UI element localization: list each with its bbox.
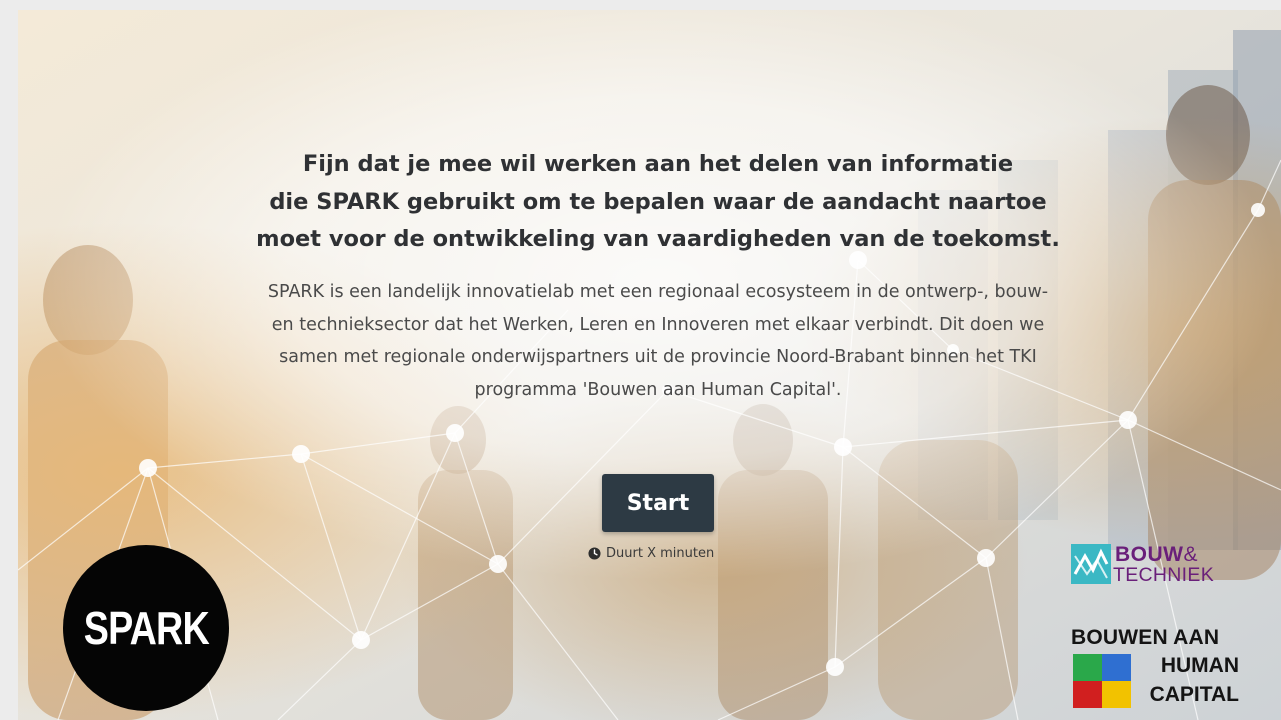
spark-logo-text: SPARK	[83, 602, 209, 654]
duration-note: Duurt X minuten	[588, 544, 714, 562]
title-line-3: moet voor de ontwikkeling van vaardighed…	[256, 226, 1060, 252]
bouw-techniek-logo: BOUW& TECHNIEK	[1071, 544, 1241, 586]
clock-icon	[588, 546, 601, 560]
bahc-line-2: HUMAN	[1160, 654, 1239, 677]
bahc-line-1: BOUWEN AAN	[1071, 626, 1220, 649]
bouw-techniek-mark-icon	[1071, 544, 1111, 584]
title-line-2: die SPARK gebruikt om te bepalen waar de…	[269, 188, 1047, 215]
bahc-blue-square-icon	[1102, 654, 1131, 681]
bahc-red-square-icon	[1073, 681, 1102, 708]
start-button[interactable]: Start	[602, 474, 714, 532]
bahc-line-3: CAPITAL	[1149, 683, 1239, 706]
duration-text: Duurt X minuten	[606, 545, 715, 561]
bahc-green-square-icon	[1073, 654, 1102, 681]
intro-text: SPARK is een landelijk innovatielab met …	[267, 282, 1049, 400]
bahc-yellow-square-icon	[1102, 681, 1131, 708]
title-line-1: Fijn dat je mee wil werken aan het delen…	[302, 151, 1014, 177]
bouw-techniek-line-2: TECHNIEK	[1113, 564, 1214, 586]
bouwen-aan-human-capital-logo: BOUWEN AAN HUMAN CAPITAL	[1071, 624, 1243, 710]
page-title: Fijn dat je mee wil werken aan het delen…	[230, 146, 1086, 259]
bouw-techniek-line-1: BOUW&	[1115, 543, 1199, 566]
spark-logo: SPARK	[63, 545, 229, 711]
